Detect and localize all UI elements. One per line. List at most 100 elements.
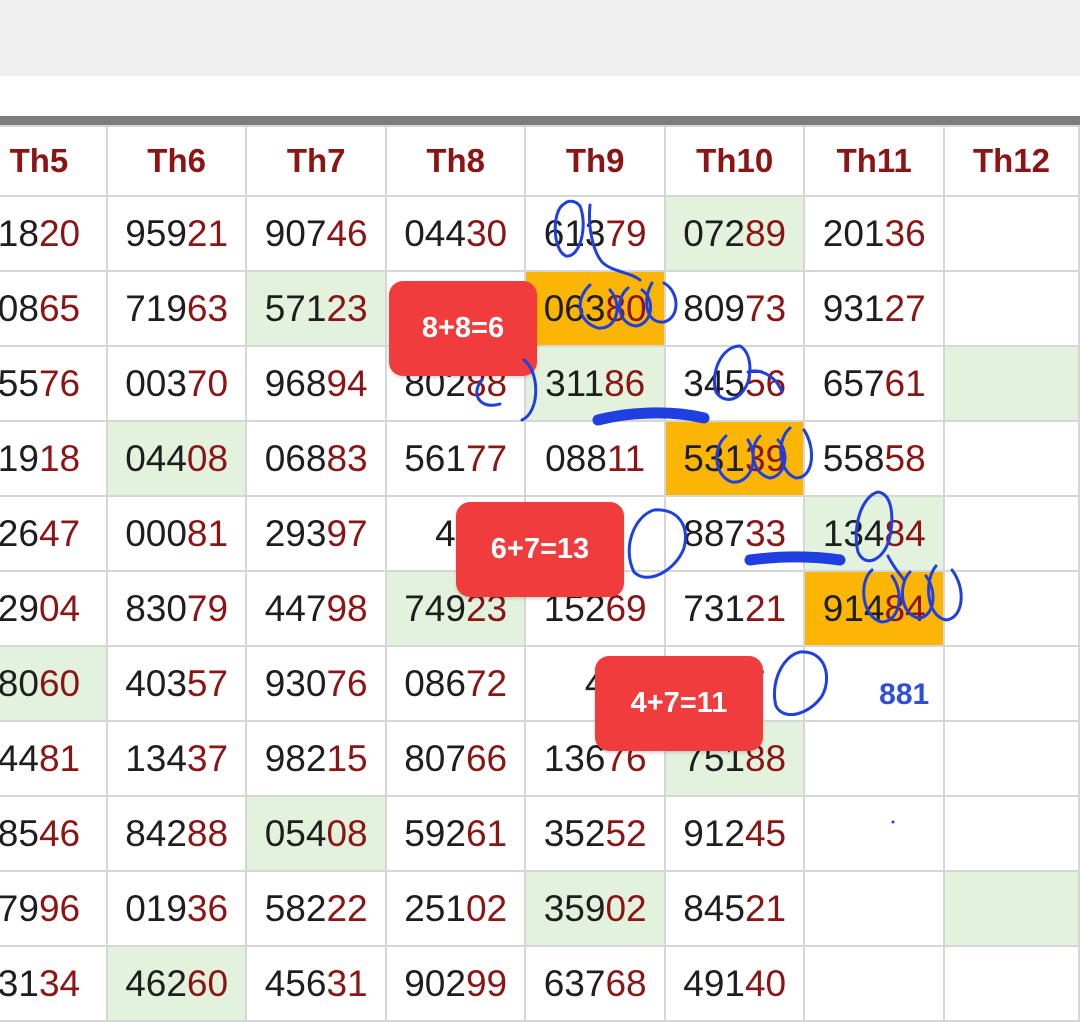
result-digits-head: 561 <box>404 437 466 479</box>
result-digits-head: 403 <box>125 662 187 704</box>
result-cell: 7996 <box>0 870 108 947</box>
table-row: 7996 01936 58222 25102 35902 84521 <box>0 870 1080 947</box>
result-digits-head: 807 <box>404 737 466 779</box>
result-cell: 93076 <box>245 645 387 722</box>
result-digits-tail: 60 <box>38 662 81 704</box>
result-digits-head: 359 <box>543 887 606 929</box>
result-digits-head: 637 <box>543 962 606 1004</box>
result-cell: 71963 <box>105 270 248 347</box>
result-cell: 3134 <box>0 945 108 1022</box>
result-digits-head: 134 <box>125 737 187 779</box>
result-digits-tail: 86 <box>604 362 646 404</box>
table-row: 8546 84288 05408 59261 35252 91245 <box>0 795 1080 872</box>
result-digits-head: 959 <box>125 212 187 254</box>
result-digits-tail: 73 <box>744 287 787 329</box>
result-cell: 40357 <box>105 645 248 722</box>
result-digits-tail: 98 <box>326 587 368 629</box>
result-digits-head: 55 <box>0 362 39 404</box>
result-digits-tail: 36 <box>884 212 926 254</box>
table-row: 3134 46260 45631 90299 63768 49140 <box>0 945 1080 1022</box>
result-digits-tail: 60 <box>186 962 229 1004</box>
result-cell: 00081 <box>105 495 248 572</box>
result-digits-tail: 18 <box>38 437 81 479</box>
result-cell: 2904 <box>0 570 108 647</box>
result-digits-head: 845 <box>683 887 745 929</box>
result-cell: 63768 <box>524 945 666 1022</box>
result-digits-tail: 77 <box>465 437 508 479</box>
sum-badge-2: 6+7=13 <box>456 502 624 597</box>
result-digits-head: 571 <box>264 287 327 329</box>
result-digits-head: 657 <box>822 362 885 404</box>
result-cell: 83079 <box>105 570 248 647</box>
result-cell: 20136 <box>803 195 945 272</box>
result-digits-head: 068 <box>264 437 327 479</box>
result-digits-tail: 34 <box>38 962 81 1004</box>
result-digits-tail: 31 <box>326 962 368 1004</box>
result-cell: 91245 <box>663 795 806 872</box>
result-digits-tail: 21 <box>744 887 787 929</box>
result-digits-head: 914 <box>822 587 885 629</box>
result-digits-tail: 89 <box>744 212 787 254</box>
result-digits-head: 931 <box>822 287 885 329</box>
result-digits-tail: 83 <box>326 437 368 479</box>
result-cell: 5576 <box>0 345 108 422</box>
result-digits-head: 80 <box>0 662 39 704</box>
result-cell <box>942 420 1080 497</box>
result-digits-tail: 21 <box>744 587 787 629</box>
result-digits-tail: 52 <box>605 812 647 854</box>
result-digits-head: 982 <box>264 737 327 779</box>
result-digits-tail: 20 <box>38 212 81 254</box>
result-digits-tail: 88 <box>186 812 229 854</box>
result-cell: 35252 <box>524 795 666 872</box>
column-header: Th7 <box>245 125 387 197</box>
result-digits-head: 912 <box>683 812 745 854</box>
result-cell <box>942 570 1080 647</box>
result-digits-tail: 02 <box>465 887 508 929</box>
result-digits-tail: 57 <box>186 662 229 704</box>
result-cell: 29397 <box>245 495 387 572</box>
result-cell: 73121 <box>663 570 806 647</box>
result-cell: 80973 <box>663 270 806 347</box>
result-cell <box>942 195 1080 272</box>
result-cell: 07289 <box>663 195 806 272</box>
result-digits-tail: 40 <box>744 962 787 1004</box>
result-cell: 91484 <box>803 570 945 647</box>
table-body: 1820 95921 90746 04430 61379 07289 20136 0865 71… <box>0 195 1080 1022</box>
result-digits-head: 19 <box>0 437 39 479</box>
result-cell: 1918 <box>0 420 108 497</box>
result-digits-head: 086 <box>404 662 466 704</box>
result-digits-tail: 79 <box>605 212 647 254</box>
result-digits-tail: 08 <box>186 437 229 479</box>
result-cell: 04408 <box>105 420 248 497</box>
result-cell: 59261 <box>384 795 527 872</box>
column-header: Th6 <box>105 125 248 197</box>
result-cell <box>803 720 945 797</box>
result-digits-head: 809 <box>683 287 745 329</box>
result-digits-head: 456 <box>264 962 327 1004</box>
result-cell: 58222 <box>245 870 387 947</box>
result-digits-head: 044 <box>404 212 466 254</box>
result-cell: 8060 <box>0 645 108 722</box>
result-digits-tail: 84 <box>884 512 926 554</box>
result-digits-head: 930 <box>264 662 327 704</box>
result-cell: 49140 <box>663 945 806 1022</box>
result-digits-head: 019 <box>125 887 187 929</box>
result-digits-tail: 81 <box>38 737 81 779</box>
result-digits-head: 887 <box>683 512 745 554</box>
result-digits-head: 311 <box>545 362 605 404</box>
table-row: 1918 04408 06883 56177 08811 53139 55858 <box>0 420 1080 497</box>
result-digits-tail: 61 <box>884 362 926 404</box>
result-digits-tail: 76 <box>326 662 368 704</box>
result-digits-head: 072 <box>683 212 745 254</box>
result-cell: 06380 <box>524 270 666 347</box>
top-bar <box>0 0 1080 76</box>
result-cell: 84288 <box>105 795 248 872</box>
result-digits-head: 31 <box>0 962 39 1004</box>
result-cell: 95921 <box>105 195 248 272</box>
result-cell: 88733 <box>663 495 806 572</box>
result-cell: 4481 <box>0 720 108 797</box>
result-digits-head: 201 <box>822 212 885 254</box>
result-digits-head: 613 <box>543 212 606 254</box>
result-digits-head: 003 <box>125 362 187 404</box>
result-digits-head: 968 <box>264 362 327 404</box>
